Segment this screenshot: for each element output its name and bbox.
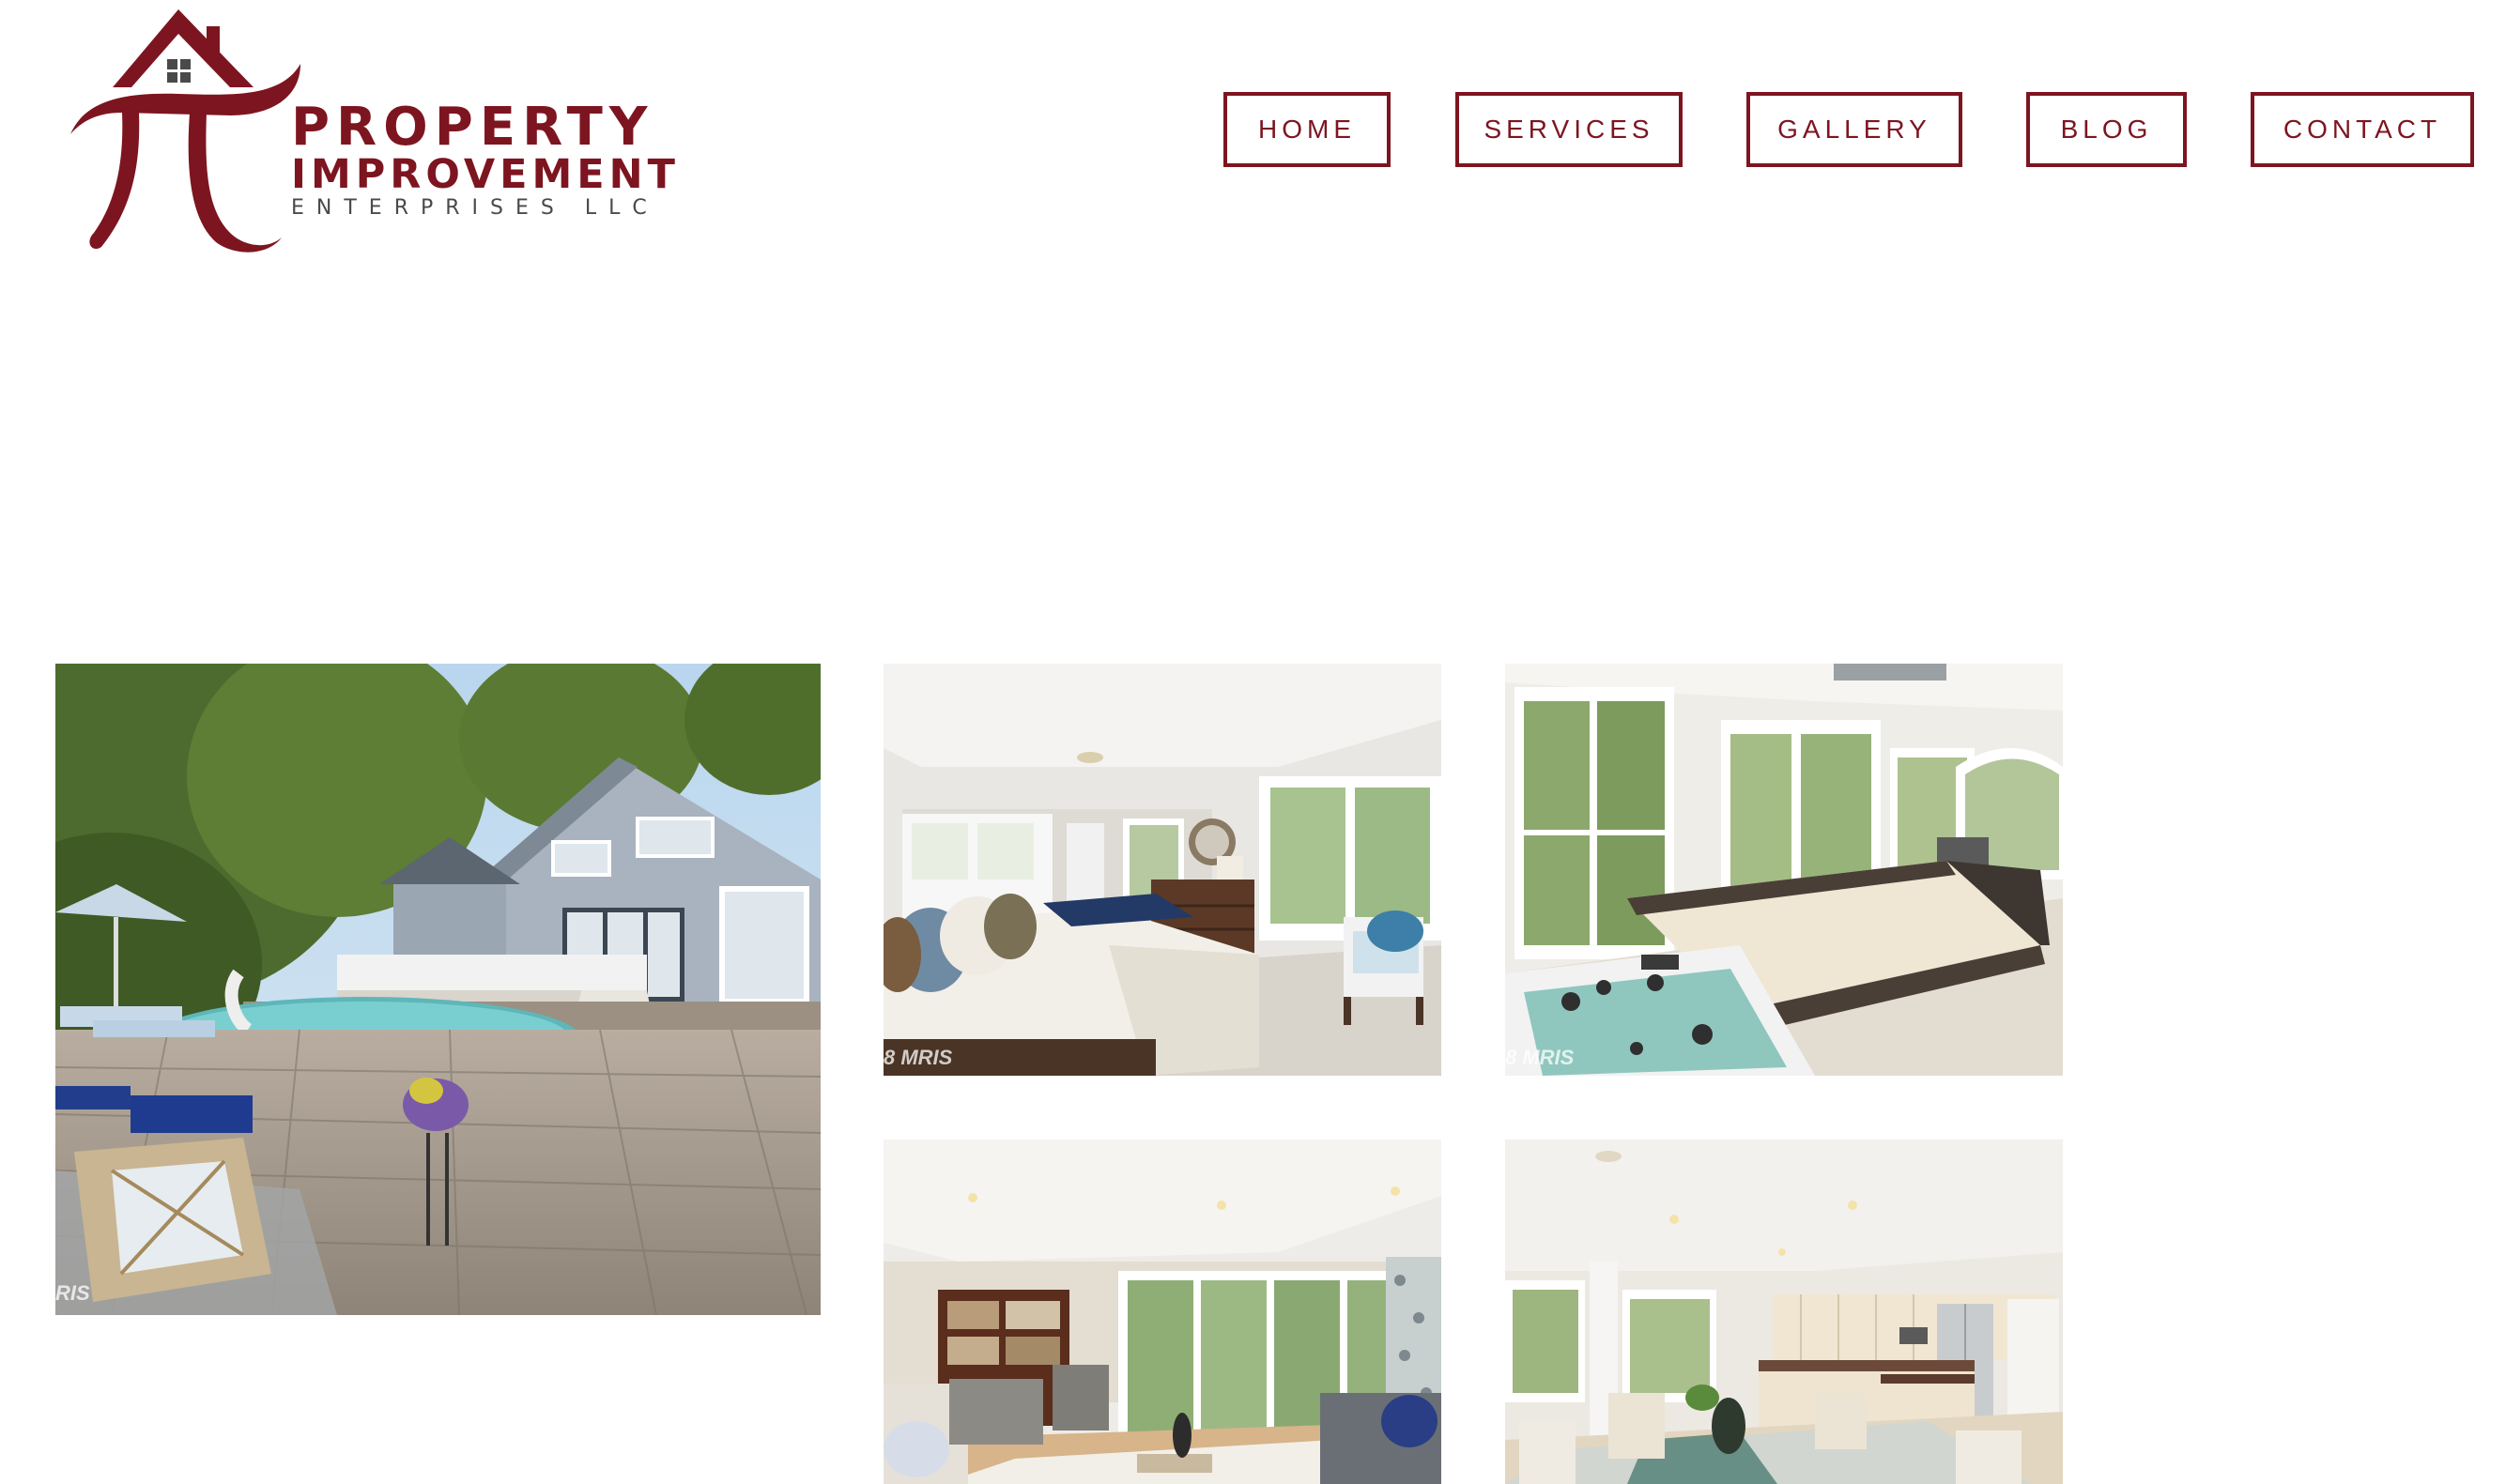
gallery-photo-living-room[interactable] [884,1140,1441,1484]
living-room-image [884,1140,1441,1484]
gallery-photo-kitchen[interactable] [1505,1140,2063,1484]
photo-watermark: 8 MRIS [884,1046,953,1069]
nav-services-button[interactable]: SERVICES [1455,92,1683,167]
photo-watermark: 8 MRIS [1505,1046,1575,1069]
nav-blog-button[interactable]: BLOG [2026,92,2187,167]
kitchen-image [1505,1140,2063,1484]
page: PROPERTY IMPROVEMENT ENTERPRISES LLC HOM… [0,0,2506,1484]
sunroom-hot-tub-image [1505,664,2063,1076]
gallery-photo-bedroom[interactable]: 8 MRIS [884,664,1441,1076]
logo-wordmark: PROPERTY IMPROVEMENT ENTERPRISES LLC [291,101,680,219]
gallery-photo-backyard-pool[interactable]: RIS [55,664,821,1315]
logo-line-improvement: IMPROVEMENT [291,151,680,198]
site-logo[interactable]: PROPERTY IMPROVEMENT ENTERPRISES LLC [66,8,675,255]
nav-gallery-button[interactable]: GALLERY [1746,92,1962,167]
photo-watermark: RIS [55,1281,90,1305]
bedroom-image [884,664,1441,1076]
gallery-photo-sunroom-hot-tub[interactable]: 8 MRIS [1505,664,2063,1076]
logo-line-property: PROPERTY [291,97,654,158]
nav-contact-button[interactable]: CONTACT [2251,92,2474,167]
nav-home-button[interactable]: HOME [1223,92,1391,167]
logo-line-enterprises: ENTERPRISES LLC [291,196,659,220]
backyard-pool-image [55,664,821,1315]
